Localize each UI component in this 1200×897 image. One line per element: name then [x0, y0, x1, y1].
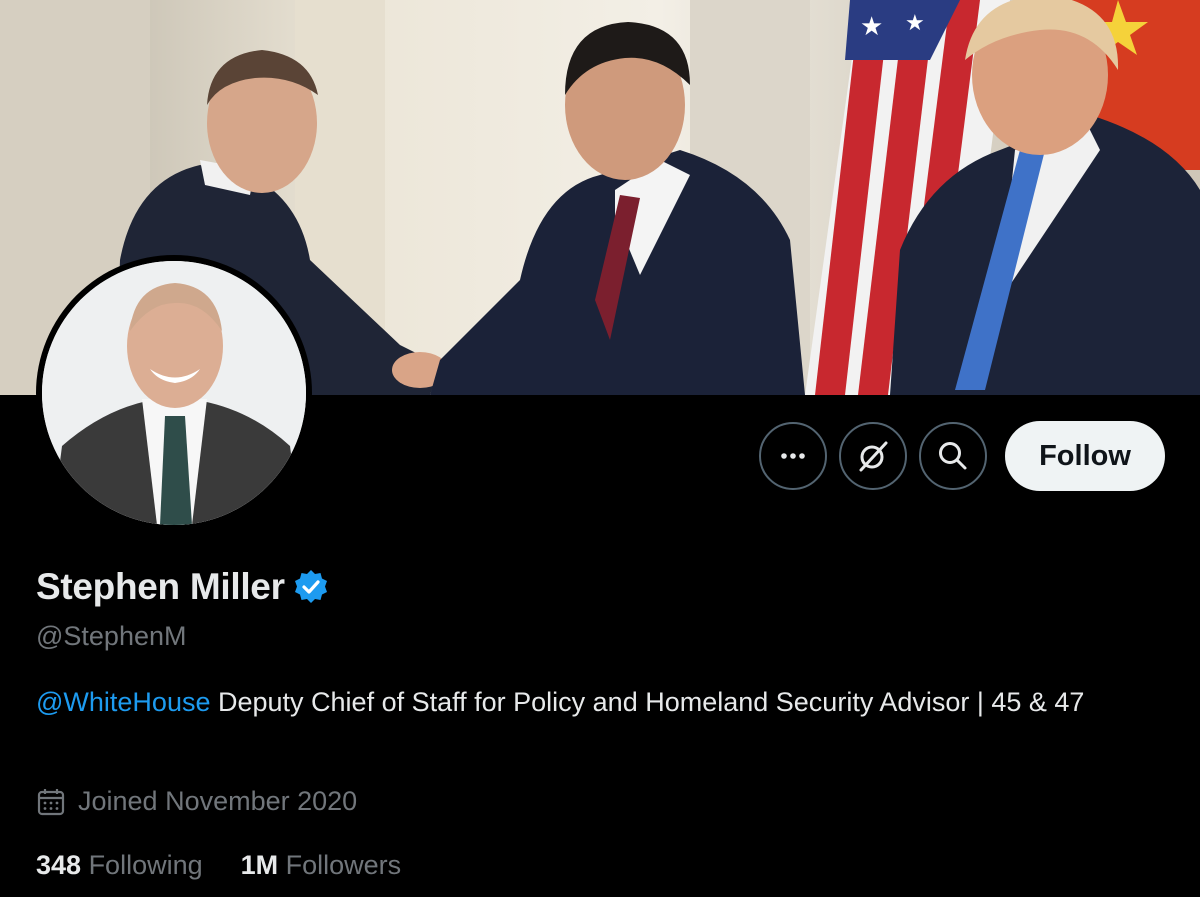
followers-link[interactable]: 1M Followers — [241, 850, 402, 881]
profile-avatar[interactable] — [36, 255, 312, 531]
bio-text: Deputy Chief of Staff for Policy and Hom… — [210, 687, 1085, 717]
more-icon — [781, 453, 805, 459]
search-button[interactable] — [919, 422, 987, 490]
svg-text:★: ★ — [860, 12, 883, 42]
profile-bio: @WhiteHouse Deputy Chief of Staff for Po… — [36, 682, 1176, 722]
following-link[interactable]: 348 Following — [36, 850, 203, 881]
bio-mention-link[interactable]: @WhiteHouse — [36, 687, 210, 717]
joined-text: Joined November 2020 — [78, 786, 358, 816]
profile-handle: @StephenM — [36, 621, 187, 651]
profile-name-row: Stephen Miller — [36, 566, 329, 608]
svg-text:★: ★ — [905, 11, 925, 36]
grok-button[interactable] — [839, 422, 907, 490]
followers-label: Followers — [278, 850, 402, 880]
followers-count: 1M — [240, 850, 279, 880]
profile-name: Stephen Miller — [36, 566, 285, 607]
joined-date: Joined November 2020 — [36, 786, 357, 817]
calendar-icon — [37, 788, 65, 815]
following-label: Following — [81, 850, 203, 880]
grok-icon — [859, 441, 888, 472]
follow-button[interactable]: Follow — [1005, 421, 1165, 491]
search-icon — [939, 442, 967, 470]
more-button[interactable] — [759, 422, 827, 490]
avatar-photo — [42, 261, 306, 525]
verified-badge-icon[interactable] — [293, 569, 329, 605]
profile-actions: Follow — [759, 421, 1165, 491]
following-count: 348 — [36, 850, 82, 880]
profile-stats: 348 Following 1M Followers — [36, 850, 401, 881]
